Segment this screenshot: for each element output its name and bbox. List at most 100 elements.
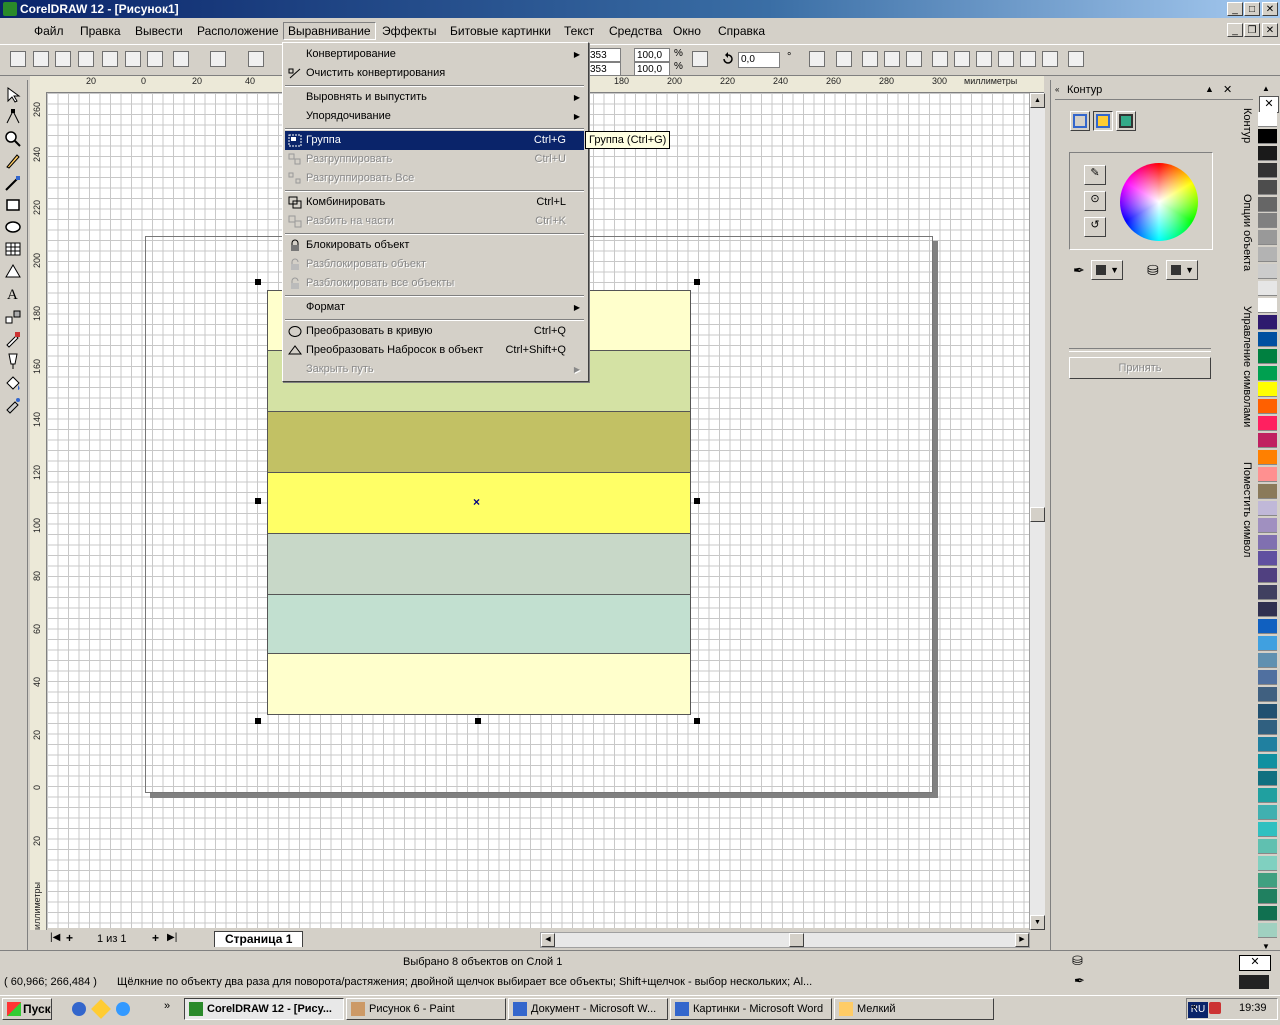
tab-outline[interactable]: Контур bbox=[1233, 108, 1253, 168]
intersect-icon[interactable] bbox=[976, 51, 992, 67]
open-icon[interactable] bbox=[33, 51, 49, 67]
status-fill-swatch[interactable]: ✕ bbox=[1239, 955, 1271, 971]
no-fill-swatch[interactable]: ✕ bbox=[1259, 96, 1279, 113]
menu-lock-object[interactable]: Блокировать объект bbox=[285, 236, 584, 255]
palette-swatch[interactable] bbox=[1258, 889, 1277, 905]
minimize-button[interactable]: _ bbox=[1227, 2, 1243, 16]
doc-close-button[interactable]: ✕ bbox=[1262, 23, 1278, 37]
smart-fill-tool-icon[interactable] bbox=[4, 174, 22, 192]
palette-swatch[interactable] bbox=[1258, 179, 1277, 195]
palette-swatch[interactable] bbox=[1258, 264, 1277, 280]
tray-app-icon[interactable] bbox=[1209, 1002, 1221, 1014]
palette-swatch[interactable] bbox=[1258, 416, 1277, 432]
palette-swatch[interactable] bbox=[1258, 669, 1277, 685]
mirror-icon[interactable] bbox=[809, 51, 825, 67]
palette-swatch[interactable] bbox=[1258, 331, 1277, 347]
palette-swatch[interactable] bbox=[1258, 872, 1277, 888]
doc-restore-button[interactable]: ❐ bbox=[1244, 23, 1260, 37]
trim-icon[interactable] bbox=[954, 51, 970, 67]
palette-swatch[interactable] bbox=[1258, 635, 1277, 651]
palette-swatch[interactable] bbox=[1258, 737, 1277, 753]
menu-unlock-object[interactable]: Разблокировать объект bbox=[285, 255, 584, 274]
eyedropper-tool-icon[interactable] bbox=[4, 330, 22, 348]
selection-handle[interactable] bbox=[255, 498, 261, 504]
palette-swatch[interactable] bbox=[1258, 788, 1277, 803]
task-paint[interactable]: Рисунок 6 - Paint bbox=[346, 998, 506, 1020]
page-tab[interactable]: Страница 1 bbox=[214, 931, 304, 947]
rectangle-tool-icon[interactable] bbox=[4, 196, 22, 214]
palette-swatch[interactable] bbox=[1258, 466, 1277, 482]
scroll-down-button[interactable]: ▼ bbox=[1030, 915, 1045, 930]
lock-color-icon[interactable]: ⊙ bbox=[1084, 191, 1106, 211]
ungroup-icon[interactable] bbox=[862, 51, 878, 67]
back-minus-front-icon[interactable] bbox=[1042, 51, 1058, 67]
scroll-up-button[interactable]: ▲ bbox=[1030, 93, 1045, 108]
horizontal-scrollbar[interactable]: ◀ ▶ bbox=[540, 932, 1030, 948]
palette-swatch[interactable] bbox=[1258, 838, 1277, 854]
interactive-fill-tool-icon[interactable] bbox=[4, 396, 22, 414]
ruler-origin[interactable] bbox=[30, 76, 47, 93]
selection-handle[interactable] bbox=[255, 279, 261, 285]
zoom-tool-icon[interactable] bbox=[4, 130, 22, 148]
selection-handle[interactable] bbox=[255, 718, 261, 724]
menu-file[interactable]: Файл bbox=[30, 23, 68, 39]
menu-arrange[interactable]: Выравнивание bbox=[283, 22, 376, 40]
stripe-rect-3[interactable] bbox=[267, 411, 691, 473]
menu-convert-outline[interactable]: Преобразовать Набросок в объект Ctrl+Shif… bbox=[285, 341, 584, 360]
text-tool-icon[interactable]: A bbox=[4, 284, 22, 303]
palette-swatch[interactable] bbox=[1258, 906, 1277, 922]
selection-handle[interactable] bbox=[694, 498, 700, 504]
quicklaunch-expand-icon[interactable]: » bbox=[164, 1000, 170, 1012]
stripe-rect-5[interactable] bbox=[267, 533, 691, 595]
convert-outline-icon[interactable] bbox=[1068, 51, 1084, 67]
status-outline-swatch[interactable] bbox=[1239, 975, 1269, 989]
selection-handle[interactable] bbox=[475, 718, 481, 724]
palette-swatch[interactable] bbox=[1258, 213, 1277, 229]
ellipse-tool-icon[interactable] bbox=[4, 218, 22, 236]
menu-bitmaps[interactable]: Битовые картинки bbox=[446, 23, 555, 39]
palette-swatch[interactable] bbox=[1258, 162, 1277, 178]
basic-shapes-tool-icon[interactable] bbox=[4, 262, 22, 280]
group-icon[interactable] bbox=[836, 51, 852, 67]
reset-color-icon[interactable]: ↺ bbox=[1084, 217, 1106, 237]
doc-minimize-button[interactable]: _ bbox=[1227, 23, 1243, 37]
selection-handle[interactable] bbox=[694, 279, 700, 285]
menu-order[interactable]: Упорядочивание ▶ bbox=[285, 107, 584, 126]
palette-swatch[interactable] bbox=[1258, 568, 1277, 584]
palette-swatch[interactable] bbox=[1258, 399, 1277, 415]
stripe-rect-6[interactable] bbox=[267, 594, 691, 654]
palette-swatch[interactable] bbox=[1258, 483, 1277, 499]
docker-close-icon[interactable]: ✕ bbox=[1223, 83, 1232, 96]
palette-swatch[interactable] bbox=[1258, 923, 1277, 939]
stripe-rect-7[interactable] bbox=[267, 653, 691, 715]
palette-swatch[interactable] bbox=[1258, 112, 1277, 127]
outline-mode-2-icon[interactable] bbox=[1093, 111, 1113, 131]
menu-window[interactable]: Окно bbox=[669, 23, 705, 39]
menu-combine[interactable]: Комбинировать Ctrl+L bbox=[285, 193, 584, 212]
task-word-document[interactable]: Документ - Microsoft W... bbox=[508, 998, 668, 1020]
menu-shaping[interactable]: Формат ▶ bbox=[285, 298, 584, 317]
palette-swatch[interactable] bbox=[1258, 534, 1277, 550]
rotation-angle-field[interactable]: 0,0 bbox=[738, 52, 780, 68]
menu-envelope[interactable]: Конвертирование ▶ bbox=[285, 45, 584, 64]
docker-minimize-icon[interactable]: ▲ bbox=[1205, 84, 1214, 94]
menu-layout[interactable]: Расположение bbox=[193, 23, 283, 39]
freehand-tool-icon[interactable] bbox=[4, 152, 22, 170]
vertical-ruler[interactable]: 260 240 220 200 180 160 140 120 100 80 6… bbox=[30, 92, 47, 935]
center-marker-icon[interactable]: × bbox=[473, 495, 480, 509]
menu-clear-envelope[interactable]: Очистить конвертирования bbox=[285, 64, 584, 83]
menu-effects[interactable]: Эффекты bbox=[378, 23, 441, 39]
palette-swatch[interactable] bbox=[1258, 855, 1277, 871]
pick-tool-icon[interactable] bbox=[4, 86, 22, 104]
docker-collapse-icon[interactable]: « bbox=[1055, 85, 1059, 94]
palette-scroll-up-icon[interactable]: ▲ bbox=[1262, 84, 1270, 93]
palette-swatch[interactable] bbox=[1258, 450, 1277, 465]
tab-symbol-manager[interactable]: Управление символами bbox=[1233, 306, 1253, 436]
ungroup-all-icon[interactable] bbox=[884, 51, 900, 67]
palette-swatch[interactable] bbox=[1258, 619, 1277, 634]
new-doc-icon[interactable] bbox=[10, 51, 26, 67]
shape-tool-icon[interactable] bbox=[4, 108, 22, 126]
menu-unlock-all[interactable]: Разблокировать все объекты bbox=[285, 274, 584, 293]
scroll-right-button[interactable]: ▶ bbox=[1015, 933, 1029, 947]
task-coreldraw[interactable]: CorelDRAW 12 - [Рису... bbox=[184, 998, 344, 1020]
